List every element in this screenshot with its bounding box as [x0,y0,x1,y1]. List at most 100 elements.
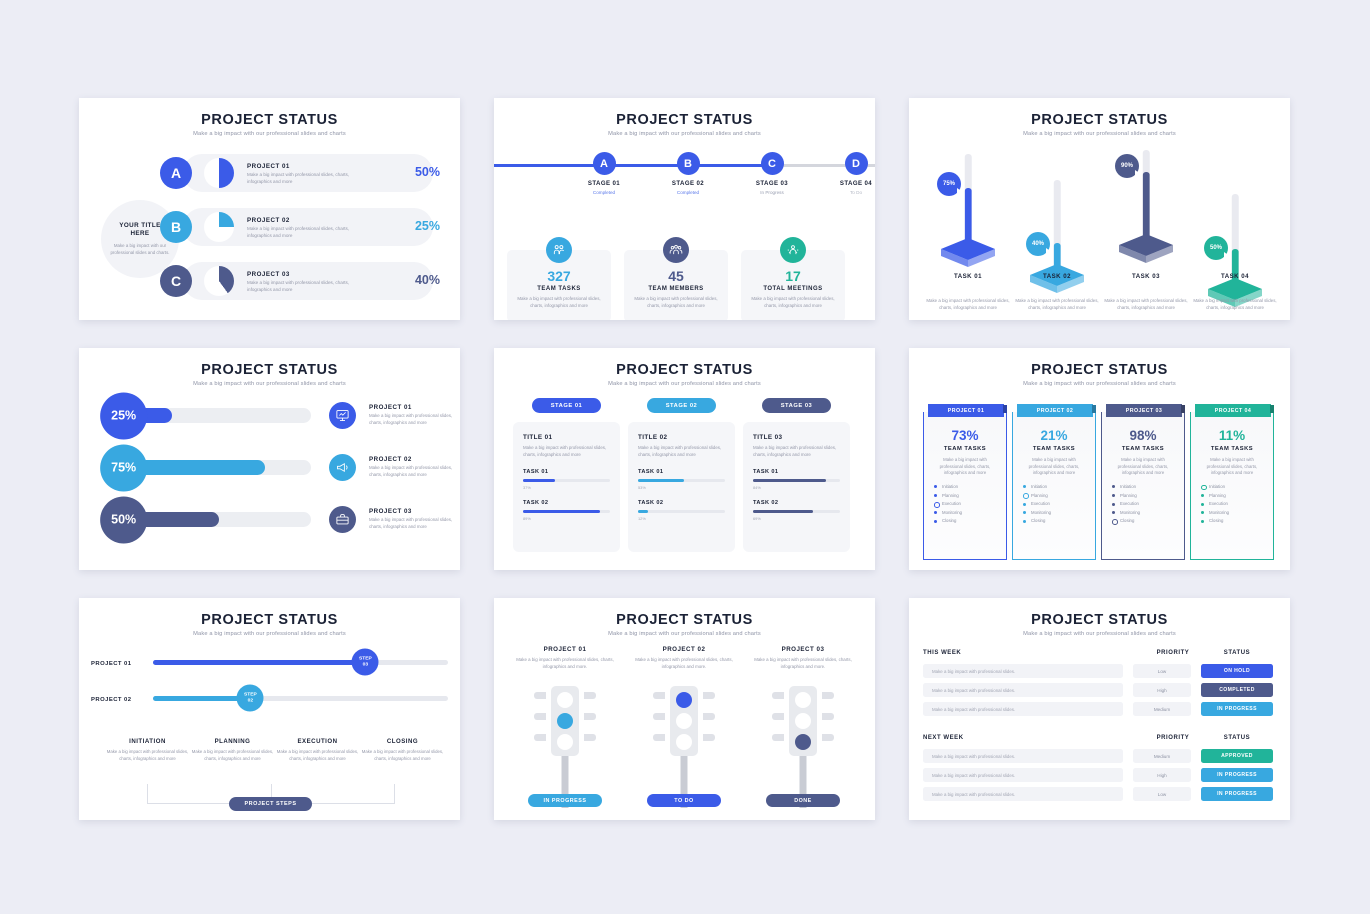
project-step-item[interactable]: Initiation [1023,484,1095,489]
traffic-light-1[interactable]: PROJECT 01 Make a big impact with profess… [506,646,624,808]
table-row[interactable]: Make a big impact with professional slid… [923,664,1123,678]
task-track[interactable] [753,478,840,483]
priority-cell[interactable]: High [1133,683,1191,697]
traffic-lamp-1[interactable] [557,713,573,729]
stage-card-1[interactable]: TITLE 01 Make a big impact with professio… [513,422,620,552]
priority-cell[interactable]: Low [1133,664,1191,678]
project-ribbon[interactable]: PROJECT 04 [1195,404,1271,417]
slide-traffic-lights[interactable]: PROJECT STATUS Make a big impact with ou… [494,598,875,820]
status-badge[interactable]: IN PROGRESS [1201,768,1273,782]
project-step-item[interactable]: Initiation [1201,484,1273,491]
slider-step-knob[interactable]: STEP 02 [236,684,264,712]
stage-dot[interactable]: A [592,152,616,175]
traffic-light-2[interactable]: PROJECT 02 Make a big impact with profess… [625,646,743,808]
project-step-item[interactable]: Monitoring [1201,510,1273,515]
priority-cell[interactable]: Low [1133,787,1191,801]
project-ribbon[interactable]: PROJECT 02 [1017,404,1093,417]
project-step-item[interactable]: Initiation [1112,484,1184,489]
stage-pill-2[interactable]: STAGE 02 [647,398,716,413]
task-track[interactable] [638,478,725,483]
traffic-status-badge[interactable]: IN PROGRESS [528,794,602,807]
stage-item-4[interactable]: D STAGE 04 To Do [814,142,875,195]
status-badge[interactable]: ON HOLD [1201,664,1273,678]
priority-cell[interactable]: High [1133,768,1191,782]
table-row[interactable]: Make a big impact with professional slid… [923,702,1123,716]
task-track[interactable] [638,510,725,514]
stage-card-2[interactable]: TITLE 02 Make a big impact with professio… [628,422,735,552]
slide-status-table[interactable]: PROJECT STATUS Make a big impact with ou… [909,598,1290,820]
project-step-item[interactable]: Execution [1112,501,1184,506]
table-row[interactable]: Make a big impact with professional slid… [923,787,1123,801]
row-badge-c[interactable]: C [160,265,192,297]
gauge-knob-percent[interactable]: 25% [100,392,148,439]
traffic-lamp-2[interactable] [676,734,692,750]
table-row[interactable]: Make a big impact with professional slid… [923,683,1123,697]
task-track[interactable] [753,510,840,514]
traffic-status-badge[interactable]: TO DO [647,794,721,807]
slider-track-1[interactable]: STEP 03 [153,648,448,676]
slider-step-knob[interactable]: STEP 03 [351,648,379,676]
thermometer-1[interactable]: 75% TASK 01 Make a big impact with profess… [921,142,1015,320]
priority-cell[interactable]: Medium [1133,749,1191,763]
project-step-item[interactable]: Initiation [934,484,1006,489]
project-step-item[interactable]: Closing [1023,518,1095,523]
stat-card-1[interactable]: 327 TEAM TASKS Make a big impact with prof… [507,237,611,320]
project-step-item[interactable]: Planning [1023,493,1095,499]
project-panel-4[interactable]: PROJECT 04 11% TEAM TASKS Make a big impact… [1190,404,1274,560]
status-badge[interactable]: IN PROGRESS [1201,787,1273,801]
slide-step-sliders[interactable]: PROJECT STATUS Make a big impact with ou… [79,598,460,820]
stage-dot[interactable]: C [760,152,784,175]
slide-gauge-bars[interactable]: PROJECT STATUS Make a big impact with ou… [79,348,460,570]
project-steps-pill[interactable]: PROJECT STEPS [229,797,312,811]
project-step-item[interactable]: Closing [934,518,1006,523]
slide-timeline-stats[interactable]: PROJECT STATUS Make a big impact with ou… [494,98,875,320]
gauge-knob-percent[interactable]: 75% [100,444,148,491]
priority-cell[interactable]: Medium [1133,702,1191,716]
project-step-item[interactable]: Planning [1201,493,1273,498]
slider-track-2[interactable]: STEP 02 [153,684,448,712]
row-badge-b[interactable]: B [160,211,192,243]
project-step-item[interactable]: Monitoring [1023,510,1095,515]
traffic-light-3[interactable]: PROJECT 03 Make a big impact with profess… [744,646,862,808]
table-row[interactable]: Make a big impact with professional slid… [923,749,1123,763]
status-badge[interactable]: APPROVED [1201,749,1273,763]
slide-thermometers[interactable]: PROJECT STATUS Make a big impact with ou… [909,98,1290,320]
stage-item-1[interactable]: A STAGE 01 Completed [562,142,646,195]
project-panel-1[interactable]: PROJECT 01 73% TEAM TASKS Make a big impact… [923,404,1007,560]
stage-item-3[interactable]: C STAGE 03 In Progress [730,142,814,195]
project-panel-2[interactable]: PROJECT 02 21% TEAM TASKS Make a big impact… [1012,404,1096,560]
stage-pill-1[interactable]: STAGE 01 [532,398,601,413]
gauge-track[interactable] [126,408,311,423]
project-step-item[interactable]: Execution [934,501,1006,508]
table-row[interactable]: Make a big impact with professional slid… [923,768,1123,782]
stat-card-2[interactable]: 45 TEAM MEMBERS Make a big impact with pro… [624,237,728,320]
project-step-item[interactable]: Closing [1201,518,1273,523]
traffic-lamp-2[interactable] [795,734,811,750]
project-step-item[interactable]: Planning [1112,493,1184,498]
status-badge[interactable]: IN PROGRESS [1201,702,1273,716]
traffic-lamp-0[interactable] [557,692,573,708]
slide-project-panels[interactable]: PROJECT STATUS Make a big impact with ou… [909,348,1290,570]
project-panel-3[interactable]: PROJECT 03 98% TEAM TASKS Make a big impact… [1101,404,1185,560]
stage-dot[interactable]: B [676,152,700,175]
task-track[interactable] [523,510,610,514]
stat-card-3[interactable]: 17 TOTAL MEETINGS Make a big impact with p… [741,237,845,320]
traffic-lamp-1[interactable] [795,713,811,729]
project-ribbon[interactable]: PROJECT 01 [928,404,1004,417]
traffic-lamp-0[interactable] [676,692,692,708]
traffic-lamp-1[interactable] [676,713,692,729]
traffic-lamp-0[interactable] [795,692,811,708]
project-step-item[interactable]: Monitoring [1112,510,1184,515]
stage-card-3[interactable]: TITLE 03 Make a big impact with professio… [743,422,850,552]
project-step-item[interactable]: Execution [1201,501,1273,506]
task-track[interactable] [523,478,610,483]
gauge-knob-percent[interactable]: 50% [100,496,148,543]
project-ribbon[interactable]: PROJECT 03 [1106,404,1182,417]
gauge-track[interactable] [126,512,311,527]
thermometer-2[interactable]: 40% TASK 02 Make a big impact with profess… [1010,142,1104,320]
thermometer-4[interactable]: 50% TASK 04 Make a big impact with profess… [1188,142,1282,320]
project-step-item[interactable]: Execution [1023,501,1095,506]
project-step-item[interactable]: Planning [934,493,1006,498]
traffic-lamp-2[interactable] [557,734,573,750]
gauge-track[interactable] [126,460,311,475]
